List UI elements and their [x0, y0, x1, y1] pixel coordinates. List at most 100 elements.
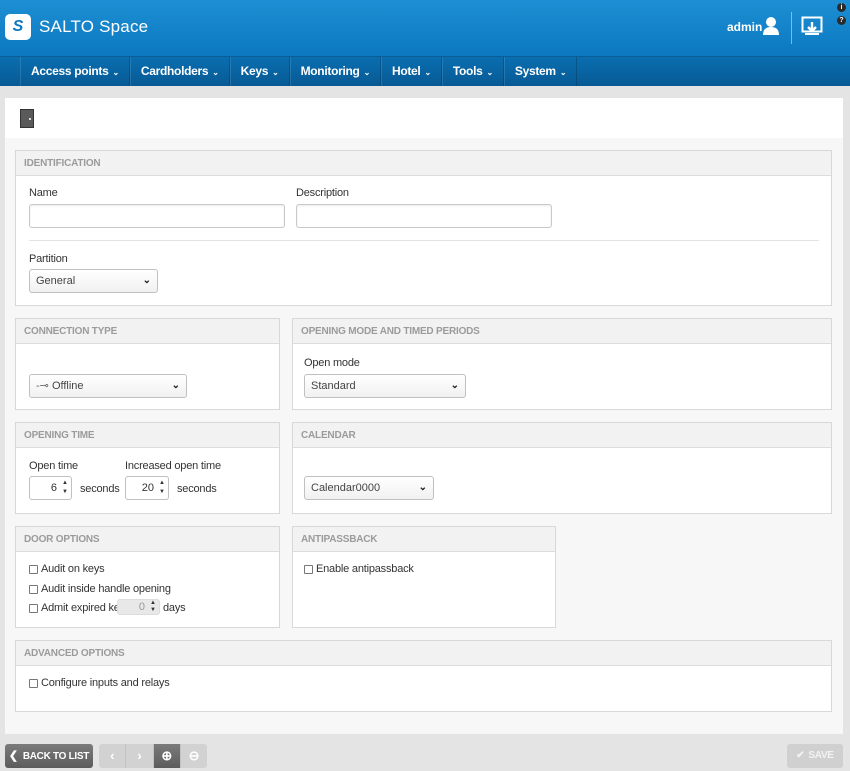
connection-type-panel: CONNECTION TYPE -⊸ Offline ⌄	[15, 318, 280, 410]
checkbox[interactable]	[29, 678, 38, 688]
panel-title: CONNECTION TYPE	[16, 319, 279, 344]
chevron-right-icon[interactable]: ›	[126, 744, 154, 768]
main-nav: Access points ⌄ Cardholders ⌄ Keys ⌄ Monito…	[0, 56, 850, 86]
opening-mode-panel: OPENING MODE AND TIMED PERIODS Open mode…	[292, 318, 832, 410]
save-button[interactable]: ✔ SAVE	[787, 744, 843, 768]
save-label: SAVE	[808, 750, 834, 761]
admit-expired-keys-checkbox[interactable]: Admit expired keys	[29, 602, 131, 614]
checkbox-label: Configure inputs and relays	[41, 677, 170, 689]
chevron-down-icon: ⌄	[450, 380, 459, 391]
calendar-panel: CALENDAR Calendar0000 ⌄	[292, 422, 832, 514]
nav-access-points[interactable]: Access points ⌄	[20, 57, 130, 86]
panel-title: ANTIPASSBACK	[293, 527, 555, 552]
spinner-arrows-icon[interactable]: ▲ ▼	[159, 479, 165, 497]
open-time-value: 6	[50, 482, 57, 494]
partition-select[interactable]: General ⌄	[29, 269, 158, 293]
increased-open-time-value: 20	[141, 482, 154, 494]
configure-inputs-relays-checkbox[interactable]: Configure inputs and relays	[29, 677, 170, 689]
partition-value: General	[36, 275, 76, 287]
nav-monitoring[interactable]: Monitoring ⌄	[289, 57, 381, 86]
panel-title: ADVANCED OPTIONS	[16, 641, 831, 666]
increased-open-time-unit: seconds	[177, 483, 217, 495]
nav-system[interactable]: System ⌄	[503, 57, 578, 86]
offline-plug-icon: -⊸	[36, 380, 52, 392]
salto-logo: S	[5, 14, 31, 40]
chevron-down-icon: ⌄	[363, 68, 371, 77]
chevron-left-icon[interactable]: ‹	[99, 744, 127, 768]
opening-time-panel: OPENING TIME Open time 6 ▲ ▼ seconds Incre…	[15, 422, 280, 514]
days-unit: days	[163, 602, 186, 614]
name-label: Name	[29, 187, 58, 199]
expired-days-stepper: 0 ▲ ▼	[117, 599, 160, 615]
info-icons[interactable]: i ?	[837, 3, 847, 29]
chevron-down-icon: ⌄	[212, 68, 219, 77]
panel-title: DOOR OPTIONS	[16, 527, 279, 552]
advanced-options-panel: ADVANCED OPTIONS Configure inputs and re…	[15, 640, 832, 712]
open-mode-select[interactable]: Standard ⌄	[304, 374, 466, 398]
chevron-down-icon: ⌄	[171, 380, 180, 391]
brand-name: SALTO Space	[39, 17, 149, 36]
panel-title: CALENDAR	[293, 423, 831, 448]
help-icon[interactable]: ?	[837, 16, 846, 25]
open-mode-value: Standard	[311, 380, 356, 392]
chevron-down-icon: ⌄	[142, 275, 151, 286]
chevron-down-icon: ⌄	[424, 68, 431, 77]
checkbox[interactable]	[29, 584, 38, 594]
expired-days-value: 0	[138, 601, 145, 613]
nav-tools[interactable]: Tools ⌄	[441, 57, 504, 86]
identification-panel: IDENTIFICATION Name Description Partitio…	[15, 150, 832, 306]
checkbox[interactable]	[29, 564, 38, 574]
description-input[interactable]	[296, 204, 552, 228]
chevron-down-icon: ⌄	[272, 68, 279, 77]
chevron-left-icon: ❮	[8, 750, 18, 762]
audit-inside-handle-checkbox[interactable]: Audit inside handle opening	[29, 583, 171, 595]
door-icon	[20, 109, 34, 128]
nav-cardholders[interactable]: Cardholders ⌄	[129, 57, 230, 86]
enable-antipassback-checkbox[interactable]: Enable antipassback	[304, 563, 414, 575]
user-name[interactable]: admin	[727, 20, 762, 34]
chevron-down-icon: ⌄	[559, 68, 567, 77]
checkbox[interactable]	[29, 603, 38, 613]
spinner-arrows-icon: ▲ ▼	[150, 600, 156, 613]
back-to-list-button[interactable]: ❮ BACK TO LIST	[5, 744, 93, 768]
panel-title: IDENTIFICATION	[16, 151, 831, 176]
audit-on-keys-checkbox[interactable]: Audit on keys	[29, 563, 105, 575]
top-header: S SALTO Space admin i ?	[0, 0, 850, 56]
check-icon: ✔	[796, 750, 805, 761]
user-icon[interactable]	[762, 16, 780, 36]
calendar-value: Calendar0000	[311, 482, 381, 494]
panel-title: OPENING MODE AND TIMED PERIODS	[293, 319, 831, 344]
header-separator	[791, 12, 792, 44]
download-icon[interactable]	[801, 16, 823, 36]
open-time-label: Open time	[29, 460, 78, 472]
main-content: IDENTIFICATION Name Description Partitio…	[5, 98, 843, 734]
checkbox-label: Audit inside handle opening	[41, 583, 171, 595]
open-time-stepper[interactable]: 6 ▲ ▼	[29, 476, 72, 500]
spinner-arrows-icon[interactable]: ▲ ▼	[62, 479, 68, 497]
back-label: BACK TO LIST	[22, 751, 90, 762]
chevron-down-icon: ⌄	[112, 68, 119, 77]
plus-circle-icon[interactable]: ⊕	[153, 744, 181, 768]
divider	[29, 240, 819, 241]
checkbox-label: Enable antipassback	[316, 563, 414, 575]
info-icon[interactable]: i	[837, 3, 846, 12]
checkbox-label: Audit on keys	[41, 563, 105, 575]
chevron-down-icon: ⌄	[418, 482, 427, 493]
panel-title: OPENING TIME	[16, 423, 279, 448]
checkbox[interactable]	[304, 564, 313, 574]
name-input[interactable]	[29, 204, 285, 228]
calendar-select[interactable]: Calendar0000 ⌄	[304, 476, 434, 500]
record-pager: ‹ › ⊕ ⊖	[99, 744, 207, 768]
description-label: Description	[296, 187, 349, 199]
increased-open-time-stepper[interactable]: 20 ▲ ▼	[125, 476, 169, 500]
chevron-down-icon: ⌄	[486, 68, 494, 77]
antipassback-panel: ANTIPASSBACK Enable antipassback	[292, 526, 556, 628]
nav-keys[interactable]: Keys ⌄	[229, 57, 290, 86]
nav-hotel[interactable]: Hotel ⌄	[380, 57, 442, 86]
increased-open-time-label: Increased open time	[125, 460, 221, 472]
open-time-unit: seconds	[80, 483, 120, 495]
connection-type-select[interactable]: -⊸ Offline ⌄	[29, 374, 187, 398]
minus-circle-icon[interactable]: ⊖	[181, 744, 207, 768]
open-mode-label: Open mode	[304, 357, 360, 369]
connection-type-value: Offline	[51, 380, 84, 392]
